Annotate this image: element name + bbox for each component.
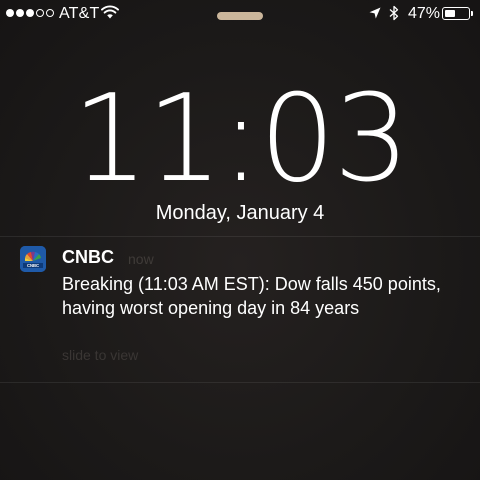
status-bar: AT&T 47%	[0, 0, 480, 28]
notification-app-name: CNBC	[62, 247, 114, 267]
notification-card[interactable]: CNBC CNBC now Breaking (11:03 AM EST): D…	[0, 236, 480, 382]
lock-screen-date: Monday, January 4	[155, 202, 325, 224]
signal-dot	[26, 9, 34, 17]
wifi-icon	[101, 5, 119, 19]
battery-icon	[442, 7, 470, 20]
notification-message: Breaking (11:03 AM EST): Dow falls 450 p…	[62, 274, 441, 318]
notification-divider-bottom	[0, 382, 480, 383]
notification-time: now	[128, 251, 154, 267]
battery-level-fill	[444, 9, 455, 17]
signal-dot	[36, 9, 44, 17]
battery-percentage: 47%	[408, 5, 441, 22]
cnbc-peacock-icon: CNBC	[20, 246, 46, 272]
lock-screen-clock: 11:03	[72, 70, 410, 209]
signal-dot	[16, 9, 24, 17]
signal-strength-icon	[6, 9, 54, 17]
lock-screen: AT&T 47% 11:03 Monday, January 4 CNBC CN…	[0, 0, 480, 480]
signal-dot	[6, 9, 14, 17]
battery-nub	[471, 11, 473, 16]
bluetooth-icon	[389, 5, 399, 21]
location-arrow-icon	[369, 7, 381, 19]
slide-to-view-hint[interactable]: slide to view	[62, 347, 138, 363]
carrier-name: AT&T	[59, 5, 100, 22]
notification-center-handle[interactable]	[217, 12, 263, 20]
svg-text:CNBC: CNBC	[27, 263, 39, 268]
signal-dot	[46, 9, 54, 17]
